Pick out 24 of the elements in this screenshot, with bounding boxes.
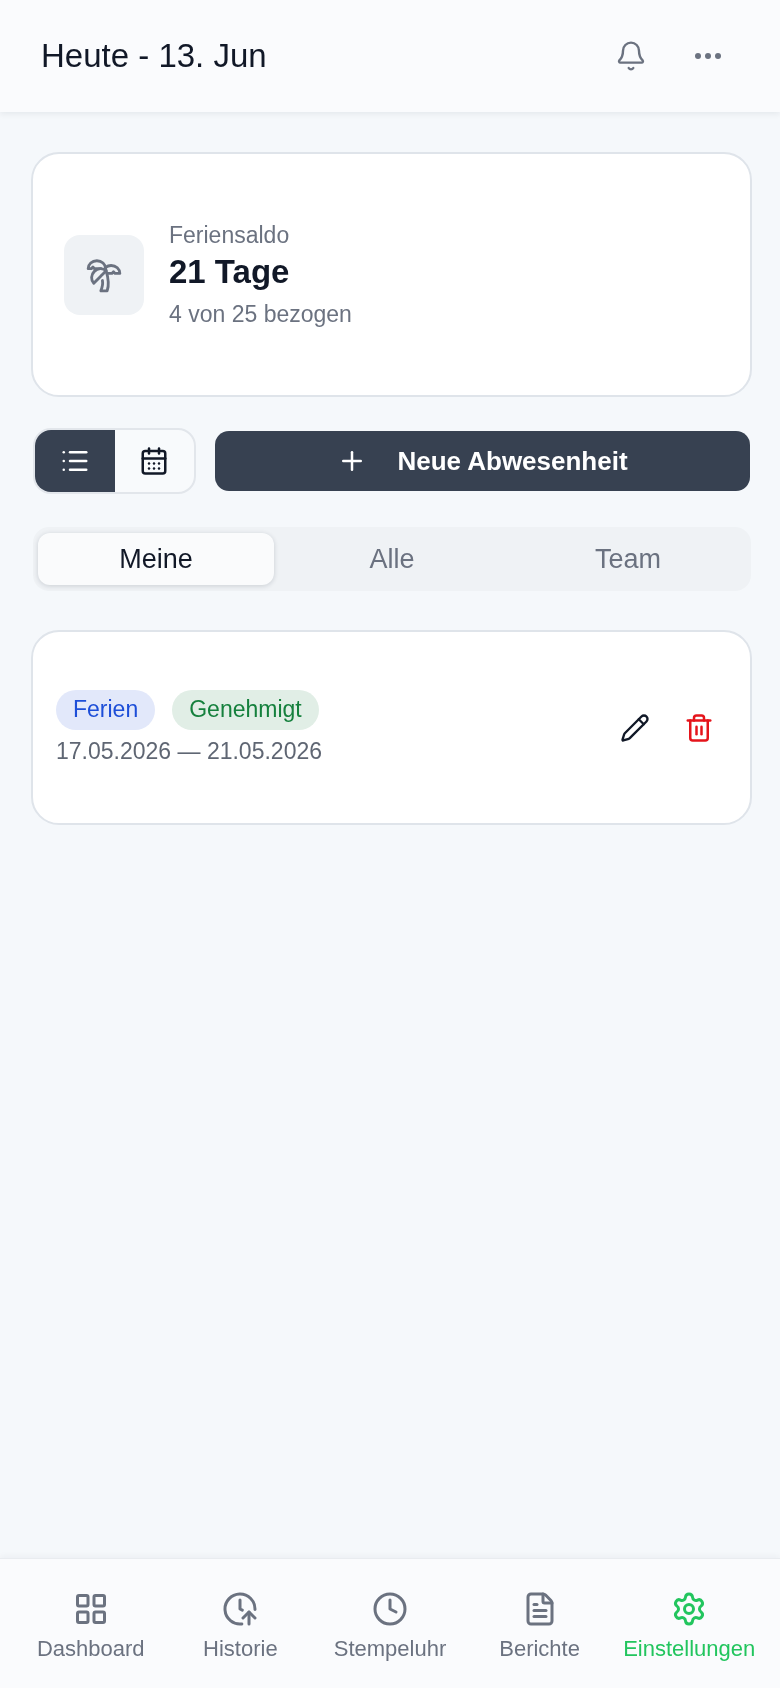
- balance-detail: 4 von 25 bezogen: [169, 300, 352, 329]
- balance-value: 21 Tage: [169, 252, 291, 292]
- palm-tree-icon: [64, 234, 144, 315]
- status-badge: Genehmigt: [172, 689, 319, 730]
- date-range: 17.05.2026 — 21.05.2026: [56, 736, 322, 766]
- new-absence-button[interactable]: Neue Abwesenheit: [215, 431, 750, 491]
- more-icon: [695, 53, 721, 59]
- filter-tab[interactable]: Alle: [274, 533, 510, 585]
- balance-label: Feriensaldo: [169, 221, 291, 250]
- trash-icon: [684, 712, 714, 743]
- nav-item[interactable]: Historie: [165, 1559, 316, 1662]
- page-title: Heute - 13. Jun: [41, 37, 267, 75]
- nav-item[interactable]: Stempeluhr: [315, 1559, 465, 1662]
- bell-icon: [615, 40, 647, 72]
- absence-type-badge: Ferien: [56, 689, 156, 730]
- clock-icon: [372, 1591, 408, 1627]
- filter-tab[interactable]: Team: [510, 533, 746, 585]
- nav-item[interactable]: Berichte: [464, 1559, 615, 1662]
- clock-arrow-icon: [222, 1591, 259, 1627]
- view-toggle-button[interactable]: [35, 430, 115, 492]
- filter-tab[interactable]: Meine: [38, 533, 274, 585]
- calendar-icon: [139, 446, 170, 476]
- pencil-icon: [620, 712, 650, 743]
- nav-item[interactable]: Dashboard: [16, 1559, 166, 1662]
